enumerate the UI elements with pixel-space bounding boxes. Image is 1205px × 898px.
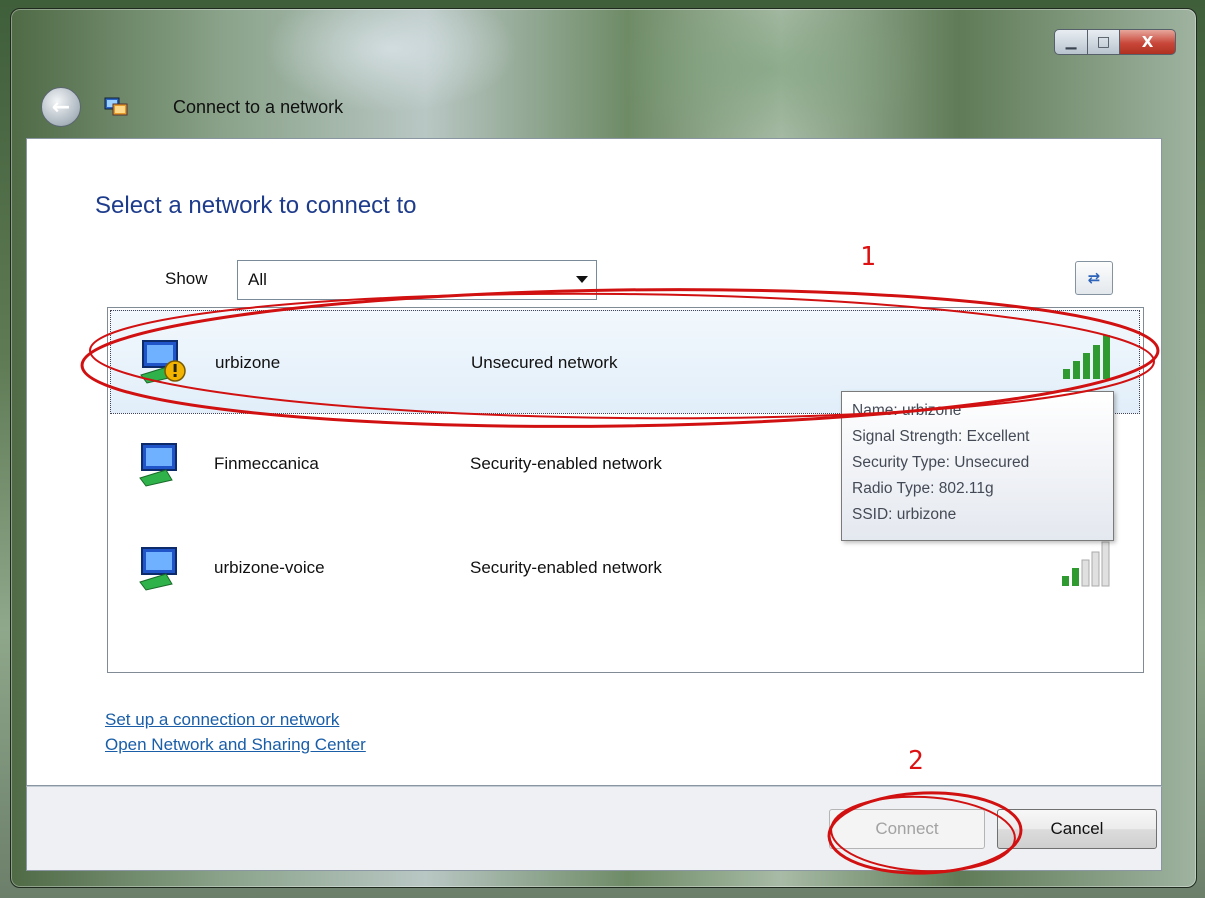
sharing-center-link[interactable]: Open Network and Sharing Center [105,732,366,757]
minimize-icon: ▁ [1065,34,1077,50]
tooltip-line: Signal Strength: Excellent [852,428,1030,445]
title-bar: ← Connect to a network ▁ □ X [11,9,1196,147]
refresh-icon: ⇄ [1087,269,1101,287]
minimize-button[interactable]: ▁ [1054,29,1088,55]
close-icon: X [1141,33,1154,51]
caption-buttons: ▁ □ X [1054,29,1176,55]
links-group: Set up a connection or network Open Netw… [105,707,366,757]
window-title: Connect to a network [173,97,344,117]
network-tooltip: Name: urbizone Signal Strength: Excellen… [841,391,1114,541]
network-security: Security-enabled network [470,454,662,473]
annotation-number-2: 2 [908,746,924,776]
network-security: Security-enabled network [470,558,662,577]
tooltip-line: Name: urbizone [852,402,962,419]
network-name: urbizone [215,353,281,372]
show-filter-select[interactable]: All [237,260,597,300]
close-button[interactable]: X [1120,29,1176,55]
dropdown-arrow-icon [568,276,596,284]
network-security: Unsecured network [471,353,618,372]
signal-strength-icon [1062,541,1110,587]
show-filter-value: All [248,270,267,289]
back-button[interactable]: ← [41,87,81,127]
network-icon [139,547,177,591]
maximize-button[interactable]: □ [1088,29,1120,55]
setup-connection-link[interactable]: Set up a connection or network [105,707,366,732]
tooltip-line: SSID: urbizone [852,506,957,523]
show-label: Show [165,269,208,288]
connect-button[interactable]: Connect [829,809,985,849]
maximize-icon: □ [1096,34,1111,50]
tooltip-line: Security Type: Unsecured [852,454,1030,471]
network-warning-icon [140,340,186,384]
page-title: Select a network to connect to [95,192,417,219]
signal-strength-icon [1063,335,1110,379]
tooltip-line: Radio Type: 802.11g [852,480,994,497]
network-name: Finmeccanica [214,454,319,473]
cancel-button[interactable]: Cancel [997,809,1157,849]
refresh-button[interactable]: ⇄ [1075,261,1113,295]
network-name: urbizone-voice [214,558,325,577]
network-wizard-icon [104,97,128,116]
dialog-content: Select a network to connect to Show All … [26,138,1162,786]
back-arrow-icon: ← [51,94,71,120]
annotation-number-1: 1 [860,242,876,272]
network-icon [139,443,177,487]
dialog-footer: Connect Cancel [26,786,1162,871]
